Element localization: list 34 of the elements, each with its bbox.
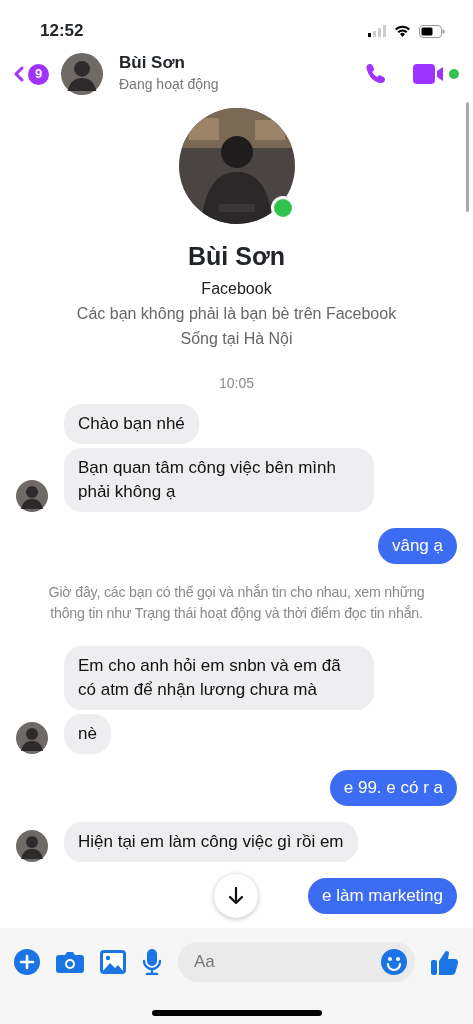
message-bubble: Chào bạn nhé [64, 403, 199, 444]
video-camera-icon[interactable] [413, 63, 445, 85]
emoji-icon[interactable] [381, 949, 407, 975]
profile-info: Facebook [201, 278, 272, 299]
profile-info: Các bạn không phải là bạn bè trên Facebook [76, 303, 397, 324]
add-icon[interactable] [14, 949, 40, 975]
timestamp: 10:05 [217, 373, 255, 393]
profile-name: Bùi Sơn [188, 241, 285, 272]
battery-icon [419, 24, 445, 38]
notice-text: Giờ đây, các bạn có thể gọi và nhắn tin cho nhau, xem những thông tin như Trạng thái hoạt động và thời điểm đọc tin nhắn. [47, 582, 426, 623]
status-time: 12:52 [40, 20, 84, 43]
scroll-down-button[interactable] [214, 874, 258, 918]
message-bubble: vâng ạ [377, 527, 457, 564]
contact-name: Bùi Sơn [119, 53, 186, 74]
message-bubble: e làm marketing [308, 877, 457, 914]
back-button[interactable]: 9 [14, 63, 49, 85]
contact-status: Đang hoạt động [119, 74, 220, 94]
signal-icon [368, 25, 386, 37]
wifi-icon [394, 25, 411, 37]
image-icon[interactable] [100, 950, 126, 974]
unread-count-badge: 9 [28, 63, 49, 85]
message-bubble: Em cho anh hỏi em snbn và em đã có atm để nhận lương chưa mà [64, 645, 374, 710]
message-bubble: nè [64, 713, 111, 754]
camera-icon[interactable] [56, 950, 84, 974]
message-input[interactable]: Aa [178, 942, 415, 982]
avatar [61, 53, 103, 95]
profile-info: Sống tại Hà Nội [180, 328, 293, 349]
message-bubble: Hiện tại em làm công việc gì rồi em [64, 821, 358, 862]
back-icon [14, 66, 24, 82]
down-arrow-icon [228, 887, 244, 905]
message-bubble: Bạn quan tâm công việc bên mình phải không ạ [64, 447, 374, 512]
message-bubble: e 99. e có r a [329, 769, 457, 806]
thumbs-up-icon[interactable] [431, 948, 459, 976]
microphone-icon[interactable] [142, 949, 162, 975]
